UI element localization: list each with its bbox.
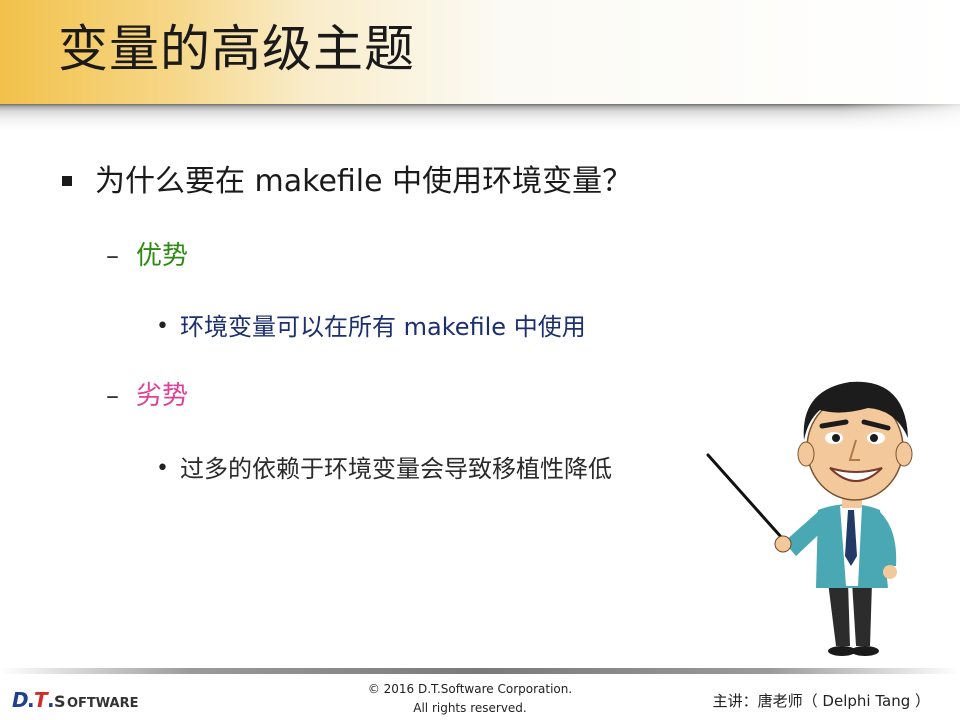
copyright-line-1: © 2016 D.T.Software Corporation. xyxy=(367,682,573,696)
slide-title: 变量的高级主题 xyxy=(58,20,415,78)
disadvantage-label: 劣势 xyxy=(136,381,189,411)
dash-bullet-icon: – xyxy=(106,381,119,411)
advantage-label: 优势 xyxy=(136,241,189,271)
copyright-line-2: All rights reserved. xyxy=(413,701,527,715)
title-shadow-divider xyxy=(0,104,960,130)
svg-text:S: S xyxy=(54,692,66,711)
copyright-notice: © 2016 D.T.Software Corporation. All rig… xyxy=(320,680,620,718)
dash-bullet-icon: – xyxy=(106,241,119,271)
lecturer-credit: 主讲：唐老师（ Delphi Tang ） xyxy=(712,692,930,710)
bullet-question: 为什么要在 makefile 中使用环境变量？ xyxy=(95,164,633,199)
dot-bullet-icon: • xyxy=(156,314,169,339)
dot-bullet-icon: • xyxy=(156,456,169,481)
footer-divider xyxy=(0,668,960,674)
square-bullet-icon xyxy=(62,176,72,186)
advantage-item: 环境变量可以在所有 makefile 中使用 xyxy=(180,313,586,341)
teacher-illustration xyxy=(706,381,913,656)
svg-text:OFTWARE: OFTWARE xyxy=(67,696,139,711)
dt-software-logo: D . T . S OFTWARE xyxy=(12,688,139,712)
disadvantage-item: 过多的依赖于环境变量会导致移植性降低 xyxy=(180,455,612,483)
